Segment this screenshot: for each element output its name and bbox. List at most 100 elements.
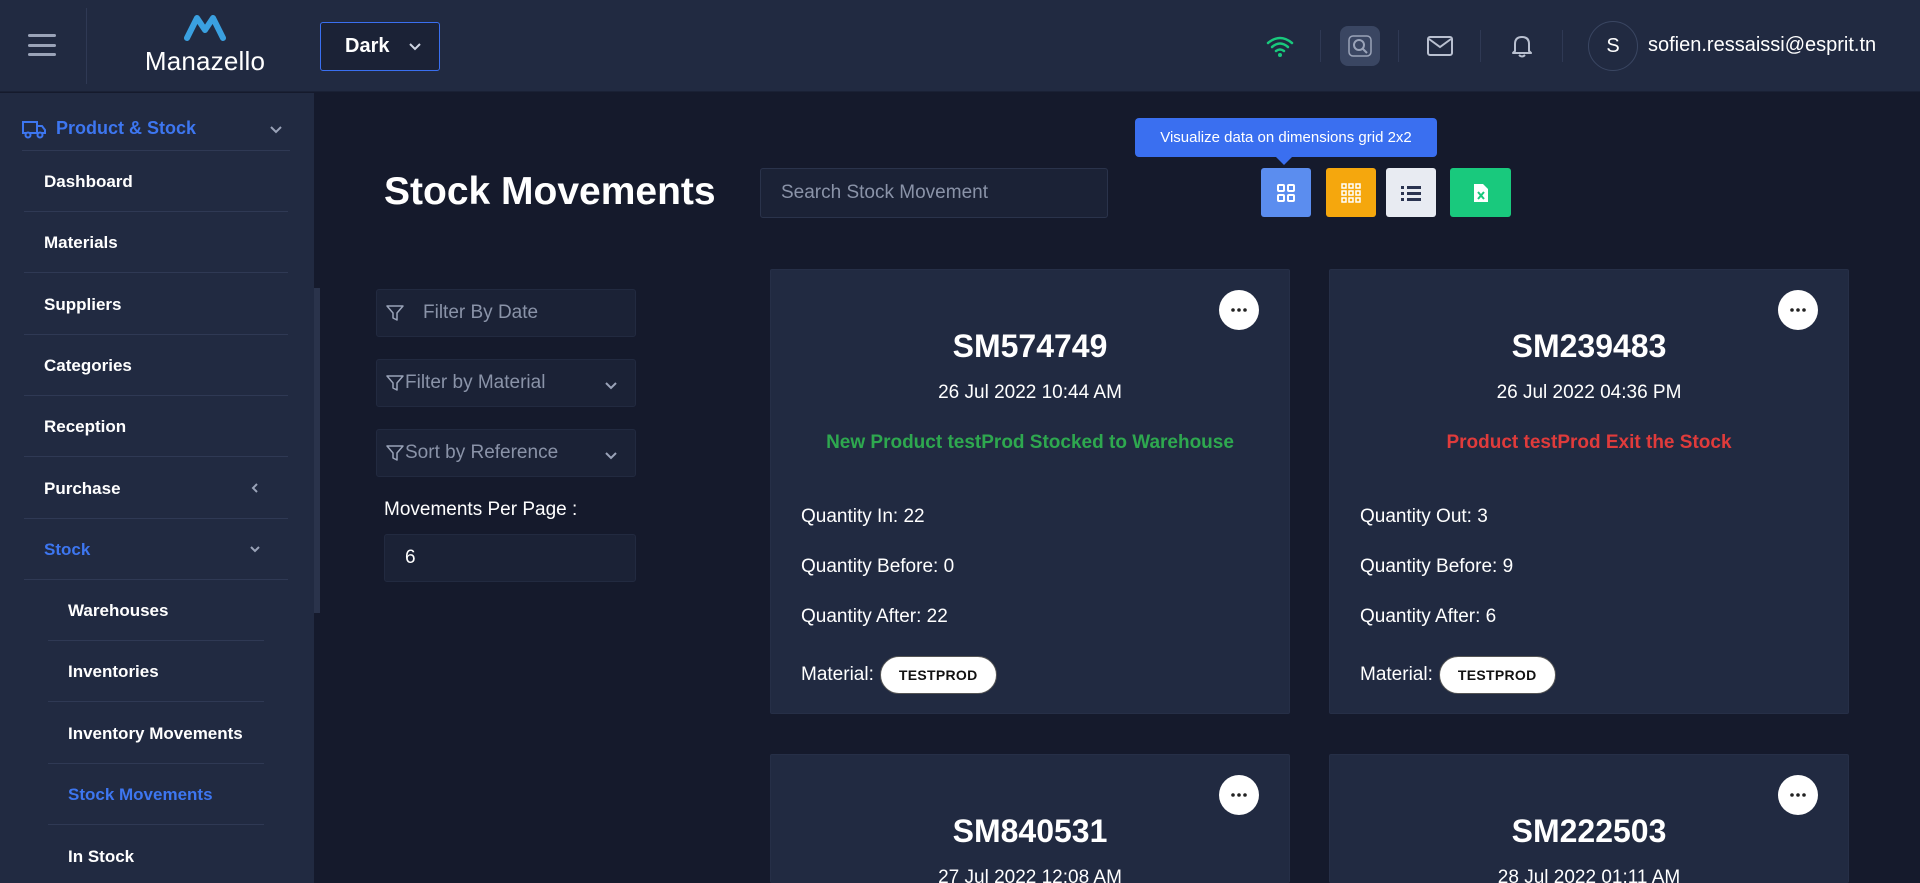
sidebar-item-label: Inventory Movements bbox=[68, 723, 243, 743]
sidebar-section-label: Product & Stock bbox=[56, 118, 197, 138]
filter-by-date[interactable]: Filter By Date bbox=[376, 289, 636, 337]
chevron-down-icon bbox=[250, 546, 260, 553]
export-excel-button[interactable] bbox=[1450, 168, 1511, 217]
list-icon bbox=[1401, 185, 1421, 201]
sort-by-reference[interactable]: Sort by Reference bbox=[376, 429, 636, 477]
header-divider bbox=[1480, 30, 1481, 62]
wifi-icon bbox=[1260, 26, 1300, 66]
sidebar-item-reception[interactable]: Reception bbox=[24, 397, 288, 457]
grid-3x3-button[interactable] bbox=[1326, 168, 1376, 217]
sidebar-section-product-stock[interactable]: Product & Stock bbox=[22, 107, 290, 151]
quantity-in: Quantity In: 22 bbox=[801, 506, 925, 527]
sidebar: Product & Stock Dashboard Materials Supp… bbox=[0, 93, 314, 883]
material-badge: TESTPROD bbox=[1438, 656, 1556, 694]
search-input[interactable] bbox=[760, 168, 1108, 218]
filter-icon bbox=[386, 445, 404, 461]
user-email[interactable]: sofien.ressaissi@esprit.tn bbox=[1648, 34, 1876, 57]
sidebar-item-label: Stock bbox=[44, 539, 91, 559]
material-badge: TESTPROD bbox=[879, 656, 997, 694]
movement-date: 26 Jul 2022 04:36 PM bbox=[1496, 382, 1682, 403]
logo[interactable]: Manazello bbox=[130, 12, 280, 78]
filter-by-material[interactable]: Filter by Material bbox=[376, 359, 636, 407]
chevron-down-icon bbox=[409, 43, 421, 51]
grid-3x3-icon bbox=[1341, 182, 1361, 203]
sidebar-scrollbar[interactable] bbox=[314, 288, 320, 613]
movement-date: 28 Jul 2022 01:11 AM bbox=[1497, 867, 1681, 883]
quantity-before: Quantity Before: 0 bbox=[801, 556, 955, 577]
sort-label: Sort by Reference bbox=[405, 442, 559, 463]
avatar[interactable]: S bbox=[1588, 21, 1638, 71]
more-horizontal-icon bbox=[1231, 308, 1247, 312]
header-divider bbox=[1562, 30, 1563, 62]
sidebar-item-suppliers[interactable]: Suppliers bbox=[24, 275, 288, 335]
material-label: Material: bbox=[1360, 664, 1433, 685]
theme-select[interactable]: Dark bbox=[320, 22, 440, 71]
list-view-button[interactable] bbox=[1386, 168, 1436, 217]
header-divider bbox=[1320, 30, 1321, 62]
sidebar-item-label: Stock Movements bbox=[68, 784, 213, 804]
grid-2x2-icon bbox=[1277, 183, 1295, 202]
sidebar-item-purchase[interactable]: Purchase bbox=[24, 459, 288, 519]
quantity-before: Quantity Before: 9 bbox=[1360, 556, 1514, 577]
header-divider bbox=[86, 8, 87, 84]
sidebar-item-label: Dashboard bbox=[44, 171, 133, 191]
page-title: Stock Movements bbox=[384, 170, 716, 213]
logo-icon bbox=[184, 15, 226, 41]
sidebar-item-warehouses[interactable]: Warehouses bbox=[48, 581, 264, 641]
sidebar-item-materials[interactable]: Materials bbox=[24, 213, 288, 273]
header-divider bbox=[1398, 30, 1399, 62]
per-page-input[interactable] bbox=[384, 534, 636, 582]
movement-card: SM222503 28 Jul 2022 01:11 AM bbox=[1329, 754, 1849, 883]
card-options-button[interactable] bbox=[1778, 775, 1818, 815]
sidebar-item-label: Materials bbox=[44, 232, 118, 252]
view-tooltip: Visualize data on dimensions grid 2x2 bbox=[1135, 118, 1437, 165]
sidebar-item-label: Suppliers bbox=[44, 294, 122, 314]
excel-file-icon bbox=[1473, 183, 1488, 202]
bell-icon[interactable] bbox=[1502, 26, 1542, 66]
theme-select-value: Dark bbox=[345, 35, 390, 57]
movement-card: SM840531 27 Jul 2022 12:08 AM bbox=[770, 754, 1290, 883]
quantity-after: Quantity After: 22 bbox=[801, 606, 948, 627]
movement-card: SM574749 26 Jul 2022 10:44 AM New Produc… bbox=[770, 269, 1290, 714]
sidebar-item-label: In Stock bbox=[68, 847, 135, 866]
sidebar-item-label: Warehouses bbox=[68, 600, 169, 620]
sidebar-item-label: Purchase bbox=[44, 478, 121, 498]
card-options-button[interactable] bbox=[1219, 775, 1259, 815]
filter-icon bbox=[386, 305, 404, 321]
sidebar-item-in-stock[interactable]: In Stock bbox=[48, 827, 264, 883]
filter-date-placeholder: Filter By Date bbox=[423, 302, 539, 323]
more-horizontal-icon bbox=[1790, 793, 1806, 797]
sidebar-item-inventory-movements[interactable]: Inventory Movements bbox=[48, 704, 264, 764]
grid-2x2-button[interactable] bbox=[1261, 168, 1311, 217]
sidebar-item-stock-movements[interactable]: Stock Movements bbox=[48, 765, 264, 825]
more-horizontal-icon bbox=[1790, 308, 1806, 312]
quantity-out: Quantity Out: 3 bbox=[1360, 506, 1488, 527]
quantity-after: Quantity After: 6 bbox=[1360, 606, 1497, 627]
sidebar-item-stock[interactable]: Stock bbox=[24, 520, 288, 580]
search-icon[interactable] bbox=[1340, 26, 1380, 66]
chevron-down-icon bbox=[270, 126, 282, 134]
card-options-button[interactable] bbox=[1219, 290, 1259, 330]
movement-card: SM239483 26 Jul 2022 04:36 PM Product te… bbox=[1329, 269, 1849, 714]
logo-text: Manazello bbox=[144, 46, 266, 76]
sidebar-item-dashboard[interactable]: Dashboard bbox=[24, 152, 288, 212]
sidebar-item-label: Reception bbox=[44, 416, 127, 436]
card-options-button[interactable] bbox=[1778, 290, 1818, 330]
sidebar-item-label: Inventories bbox=[68, 661, 159, 681]
mail-icon[interactable] bbox=[1420, 26, 1460, 66]
movement-message: New Product testProd Stocked to Warehous… bbox=[826, 432, 1234, 453]
sidebar-item-inventories[interactable]: Inventories bbox=[48, 642, 264, 702]
material-row: Material: TESTPROD bbox=[1360, 656, 1556, 694]
chevron-down-icon bbox=[605, 452, 617, 460]
sidebar-item-categories[interactable]: Categories bbox=[24, 336, 288, 396]
menu-toggle-icon[interactable] bbox=[28, 34, 56, 56]
chevron-left-icon bbox=[251, 483, 258, 493]
movement-date: 27 Jul 2022 12:08 AM bbox=[938, 867, 1122, 883]
movement-reference: SM574749 bbox=[952, 328, 1108, 364]
sidebar-item-label: Categories bbox=[44, 355, 132, 375]
more-horizontal-icon bbox=[1231, 793, 1247, 797]
material-row: Material: TESTPROD bbox=[801, 656, 997, 694]
movement-reference: SM239483 bbox=[1511, 328, 1667, 364]
movement-reference: SM222503 bbox=[1511, 813, 1667, 849]
movement-date: 26 Jul 2022 10:44 AM bbox=[938, 382, 1122, 403]
